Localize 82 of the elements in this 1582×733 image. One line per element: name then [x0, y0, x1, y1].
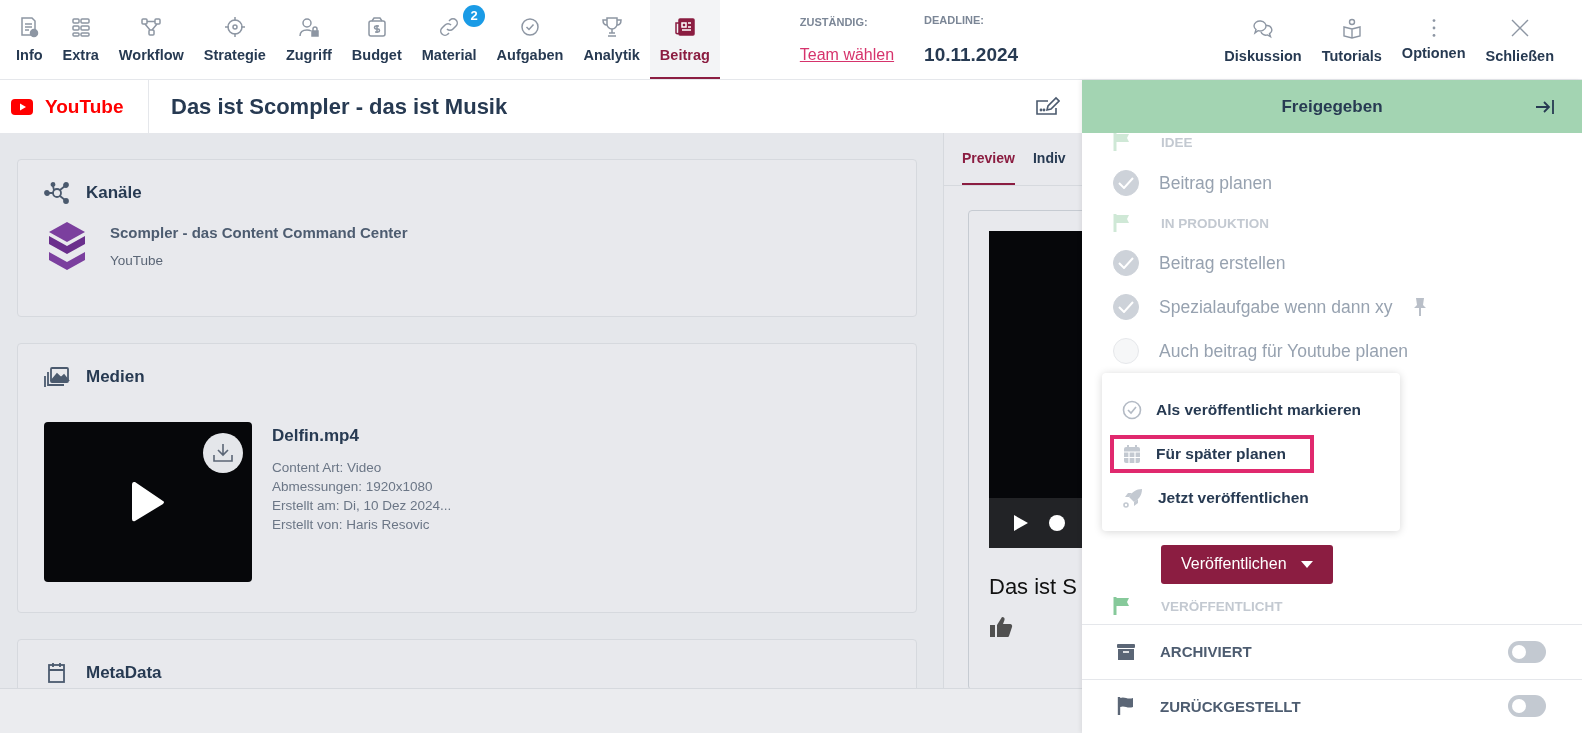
nav-tab[interactable]: Strategie — [193, 0, 276, 79]
file-detail: Erstellt von: Haris Resovic — [272, 517, 431, 532]
play-icon[interactable] — [1013, 514, 1029, 532]
card-title: Kanäle — [86, 183, 142, 203]
post-title: Das ist Scompler - das ist Musik — [170, 93, 509, 120]
calendar-icon — [1122, 444, 1142, 464]
count-badge: 2 — [463, 4, 486, 27]
task-checkbox[interactable] — [1113, 250, 1139, 276]
flag-icon — [1116, 696, 1136, 717]
nav-tab[interactable]: Budget — [341, 0, 412, 79]
task-label: Beitrag planen — [1159, 172, 1272, 194]
play-icon — [130, 480, 166, 524]
play-icon — [11, 98, 33, 115]
download-button[interactable] — [203, 433, 243, 473]
task-label: Beitrag erstellen — [1159, 252, 1286, 274]
deadline-date: 10.11.2024 — [924, 43, 1019, 66]
preview-tab[interactable]: Preview — [962, 133, 1015, 185]
file-detail: Content Art: Video — [272, 460, 383, 475]
channel-name: YouTube — [45, 95, 124, 118]
logo-icon — [48, 222, 86, 270]
field-label: DEADLINE: — [924, 13, 985, 26]
crosshair-icon — [222, 14, 247, 39]
preview-tab[interactable]: Indiv — [1032, 133, 1066, 185]
file-detail: Abmessungen: 1920x1080 — [272, 479, 434, 494]
flag-icon — [1113, 132, 1131, 152]
video-title: Das ist S — [989, 574, 1079, 600]
toolbar-button[interactable]: Schließen — [1485, 0, 1554, 79]
card-title: Medien — [86, 367, 145, 387]
nav-tab[interactable]: Info — [6, 0, 53, 79]
nav-tab[interactable]: Aufgaben — [486, 0, 574, 79]
publish-button[interactable]: Veröffentlichen — [1161, 544, 1333, 584]
toggle-label: ZURÜCKGESTELLT — [1160, 697, 1302, 715]
more-icon — [1431, 18, 1436, 37]
toolbar-button[interactable]: Optionen — [1401, 0, 1466, 79]
menu-item[interactable]: Jetzt veröffentlichen — [1110, 479, 1337, 517]
nav-tab[interactable]: Extra — [52, 0, 109, 79]
file-name: Delfin.mp4 — [272, 426, 360, 446]
toggle-switch[interactable] — [1508, 695, 1546, 718]
toggle-switch[interactable] — [1508, 640, 1546, 663]
task-checkbox[interactable] — [1113, 338, 1139, 364]
check-icon — [1118, 257, 1134, 269]
flag-icon — [1113, 213, 1131, 233]
nodes-icon — [44, 182, 70, 204]
status-label: Freigegeben — [1281, 96, 1383, 117]
phase-label: VERÖFFENTLICHT — [1161, 598, 1283, 614]
nav-tab[interactable]: Zugriff — [275, 0, 342, 79]
nav-tab[interactable]: 2 Material — [411, 0, 487, 79]
card-title: MetaData — [86, 663, 162, 683]
trophy-icon — [599, 14, 624, 39]
toolbar-button[interactable]: Tutorials — [1321, 0, 1382, 79]
flag-icon — [1113, 596, 1131, 616]
menu-item[interactable]: Für später planen — [1110, 435, 1315, 473]
check-circle-icon — [1122, 400, 1142, 420]
seek-handle[interactable] — [1049, 515, 1065, 531]
download-icon — [212, 442, 234, 464]
toolbar-button[interactable]: Diskussion — [1224, 0, 1302, 79]
task-checkbox[interactable] — [1113, 294, 1139, 320]
channel-name: Scompler - das Content Command Center — [110, 224, 408, 241]
task-label: Auch beitrag für Youtube planen — [1159, 340, 1409, 362]
phase-label: IN PRODUKTION — [1161, 215, 1269, 231]
menu-item[interactable]: Als veröffentlicht markieren — [1110, 391, 1389, 429]
check-icon — [1118, 301, 1134, 313]
task-label: Spezialaufgabe wenn dann xy — [1159, 296, 1393, 318]
toggle-label: ARCHIVIERT — [1160, 643, 1253, 661]
phase-label: IDEE — [1161, 134, 1193, 150]
channel-type: YouTube — [110, 253, 165, 268]
caret-icon — [1300, 560, 1313, 568]
rocket-icon — [1122, 487, 1144, 509]
video-thumbnail[interactable] — [44, 422, 252, 582]
thumbs-up-icon[interactable] — [989, 616, 1013, 638]
collapse-icon[interactable] — [1534, 97, 1556, 116]
file-detail: Erstellt am: Di, 10 Dez 2024... — [272, 498, 452, 513]
field-label: ZUSTÄNDIG: — [799, 15, 869, 28]
check-icon — [1118, 177, 1134, 189]
nav-tab[interactable]: Beitrag — [649, 0, 720, 79]
team-link[interactable]: Team wählen — [799, 45, 895, 64]
nav-tab[interactable]: Workflow — [108, 0, 194, 79]
archive-icon — [1116, 641, 1136, 662]
task-checkbox[interactable] — [1113, 170, 1139, 196]
nav-tab[interactable]: Analytik — [573, 0, 650, 79]
edit-icon[interactable] — [1034, 95, 1060, 118]
images-icon — [44, 366, 70, 388]
